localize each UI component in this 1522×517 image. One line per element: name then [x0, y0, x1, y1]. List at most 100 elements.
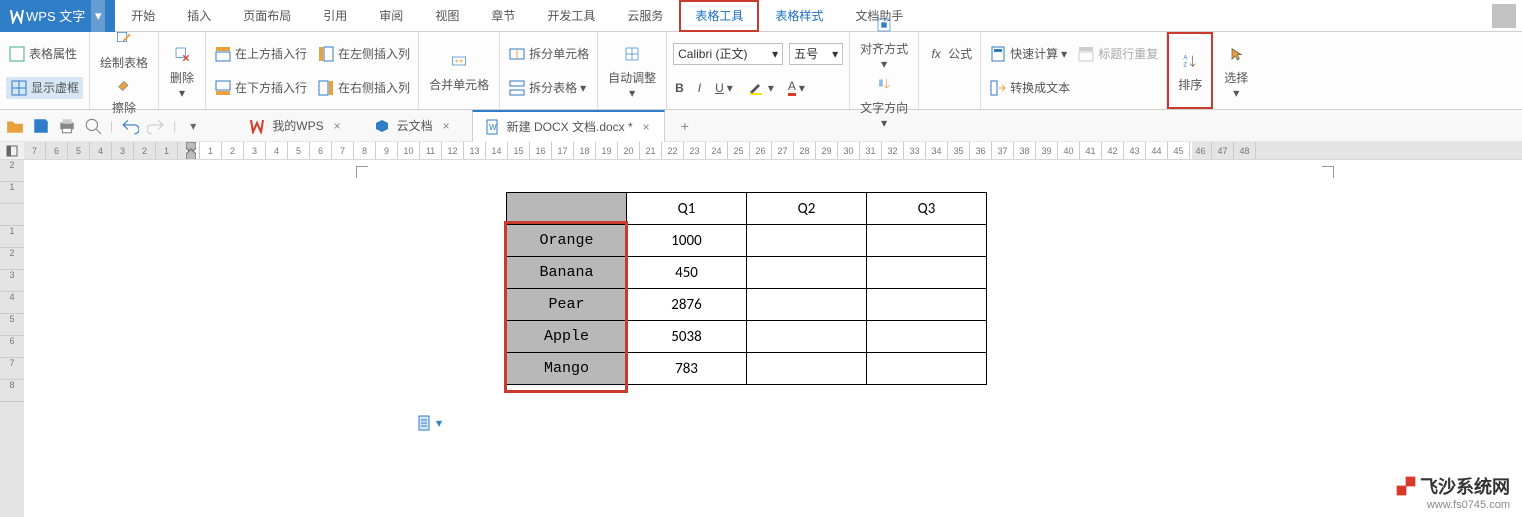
table-row: Orange1000 — [507, 225, 987, 257]
menu-reference[interactable]: 引用 — [307, 0, 363, 32]
show-grid-button[interactable]: 显示虚框 — [6, 77, 83, 99]
insert-row-below-button[interactable]: 在下方插入行 — [212, 77, 309, 99]
print-preview-icon[interactable] — [84, 117, 102, 135]
tab-document[interactable]: W 新建 DOCX 文档.docx * × — [472, 110, 665, 142]
document-canvas[interactable]: Q1 Q2 Q3 Orange1000 Banana450 Pear2876 A… — [24, 160, 1522, 517]
formula-button[interactable]: fx公式 — [925, 43, 974, 65]
data-cell[interactable] — [867, 353, 987, 385]
fx-icon: fx — [927, 45, 945, 63]
data-cell[interactable] — [867, 321, 987, 353]
row-header-cell[interactable]: Apple — [507, 321, 627, 353]
menu-chapter[interactable]: 章节 — [475, 0, 531, 32]
indent-marker-icon[interactable] — [186, 142, 196, 159]
tab-mywps[interactable]: 我的WPS × — [238, 110, 354, 142]
close-icon[interactable]: × — [639, 120, 654, 134]
ruler-corner-icon[interactable] — [0, 142, 24, 159]
watermark-logo-icon: ▞ — [1397, 477, 1420, 497]
cursor-icon — [1223, 41, 1249, 67]
insert-col-left-icon — [317, 45, 335, 63]
row-header-cell[interactable]: Pear — [507, 289, 627, 321]
italic-button[interactable]: I — [696, 79, 703, 97]
split-cells-button[interactable]: 拆分单元格 — [506, 43, 591, 65]
qa-dropdown-icon[interactable]: ▾ — [184, 117, 202, 135]
undo-icon[interactable] — [121, 117, 139, 135]
insert-row-above-button[interactable]: 在上方插入行 — [212, 43, 309, 65]
user-avatar-icon[interactable] — [1492, 4, 1516, 28]
data-cell[interactable]: 5038 — [627, 321, 747, 353]
font-color-button[interactable]: A▾ — [786, 77, 807, 98]
save-icon[interactable] — [32, 117, 50, 135]
data-cell[interactable]: 783 — [627, 353, 747, 385]
row-header-cell[interactable]: Mango — [507, 353, 627, 385]
split-table-button[interactable]: 拆分表格▾ — [506, 77, 588, 99]
to-text-button[interactable]: 转换成文本 — [987, 77, 1072, 99]
side-panel-toggle[interactable]: ▾ — [416, 414, 442, 432]
row-header-cell[interactable]: Banana — [507, 257, 627, 289]
data-cell[interactable] — [747, 257, 867, 289]
menu-devtools[interactable]: 开发工具 — [531, 0, 611, 32]
close-icon[interactable]: × — [439, 119, 454, 133]
data-cell[interactable] — [867, 289, 987, 321]
header-repeat-button[interactable]: 标题行重复 — [1075, 43, 1160, 65]
menu-page-layout[interactable]: 页面布局 — [227, 0, 307, 32]
data-cell[interactable] — [747, 353, 867, 385]
data-cell[interactable] — [747, 289, 867, 321]
underline-button[interactable]: U▾ — [713, 79, 735, 97]
insert-col-right-button[interactable]: 在右侧插入列 — [315, 77, 412, 99]
menu-review[interactable]: 审阅 — [363, 0, 419, 32]
data-cell[interactable] — [747, 225, 867, 257]
delete-button[interactable]: 删除▾ — [165, 41, 199, 100]
vertical-ruler[interactable]: 2112345678 — [0, 160, 24, 517]
to-text-icon — [989, 79, 1007, 97]
ribbon: 表格属性 显示虚框 绘制表格 擦除 删除▾ 在上方插入行 在左侧插入列 在下方插… — [0, 32, 1522, 110]
document-panel-icon — [416, 414, 434, 432]
align-icon — [871, 12, 897, 38]
row-header-cell[interactable]: Orange — [507, 225, 627, 257]
close-icon[interactable]: × — [330, 119, 345, 133]
margin-corner-tl — [356, 166, 368, 178]
header-cell-corner[interactable] — [507, 193, 627, 225]
insert-col-left-button[interactable]: 在左侧插入列 — [315, 43, 412, 65]
delete-table-icon — [169, 41, 195, 67]
sort-az-icon: AZ — [1177, 48, 1203, 74]
open-icon[interactable] — [6, 117, 24, 135]
horizontal-ruler[interactable]: 7654321123456789101112131415161718192021… — [24, 142, 1522, 159]
sort-button[interactable]: AZ排序 — [1173, 48, 1207, 93]
data-cell[interactable]: 450 — [627, 257, 747, 289]
bold-button[interactable]: B — [673, 79, 686, 97]
menu-insert[interactable]: 插入 — [171, 0, 227, 32]
redo-icon[interactable] — [147, 117, 165, 135]
data-cell[interactable] — [867, 257, 987, 289]
data-cell[interactable] — [747, 321, 867, 353]
document-table[interactable]: Q1 Q2 Q3 Orange1000 Banana450 Pear2876 A… — [506, 192, 987, 385]
draw-table-button[interactable]: 绘制表格 — [96, 26, 152, 71]
align-button[interactable]: 对齐方式▾ — [856, 12, 912, 71]
data-cell[interactable] — [867, 225, 987, 257]
highlight-color-button[interactable]: ▾ — [745, 77, 776, 99]
quick-calc-button[interactable]: 快速计算▾ — [987, 43, 1069, 65]
svg-text:A: A — [1184, 56, 1188, 62]
data-cell[interactable]: 2876 — [627, 289, 747, 321]
header-cell[interactable]: Q1 — [627, 193, 747, 225]
menu-view[interactable]: 视图 — [419, 0, 475, 32]
menu-table-style[interactable]: 表格样式 — [759, 0, 839, 32]
split-cells-icon — [508, 45, 526, 63]
tab-cloud[interactable]: 云文档 × — [363, 110, 464, 142]
doc-icon: W — [483, 118, 501, 136]
eraser-button[interactable]: 擦除 — [96, 71, 152, 116]
select-button[interactable]: 选择▾ — [1219, 41, 1253, 100]
font-name-combo[interactable]: Calibri (正文)▾ — [673, 43, 783, 65]
text-direction-button[interactable]: Ⅱ文字方向▾ — [856, 71, 912, 130]
header-cell[interactable]: Q2 — [747, 193, 867, 225]
table-properties-button[interactable]: 表格属性 — [6, 43, 79, 65]
font-size-combo[interactable]: 五号▾ — [789, 43, 843, 65]
menu-table-tools[interactable]: 表格工具 — [679, 0, 759, 32]
header-repeat-icon — [1077, 45, 1095, 63]
menu-cloud[interactable]: 云服务 — [611, 0, 679, 32]
header-cell[interactable]: Q3 — [867, 193, 987, 225]
auto-adjust-button[interactable]: 自动调整▾ — [604, 41, 660, 100]
print-icon[interactable] — [58, 117, 76, 135]
merge-cells-button[interactable]: 合并单元格 — [425, 48, 493, 93]
add-tab-button[interactable]: + — [673, 118, 697, 134]
data-cell[interactable]: 1000 — [627, 225, 747, 257]
